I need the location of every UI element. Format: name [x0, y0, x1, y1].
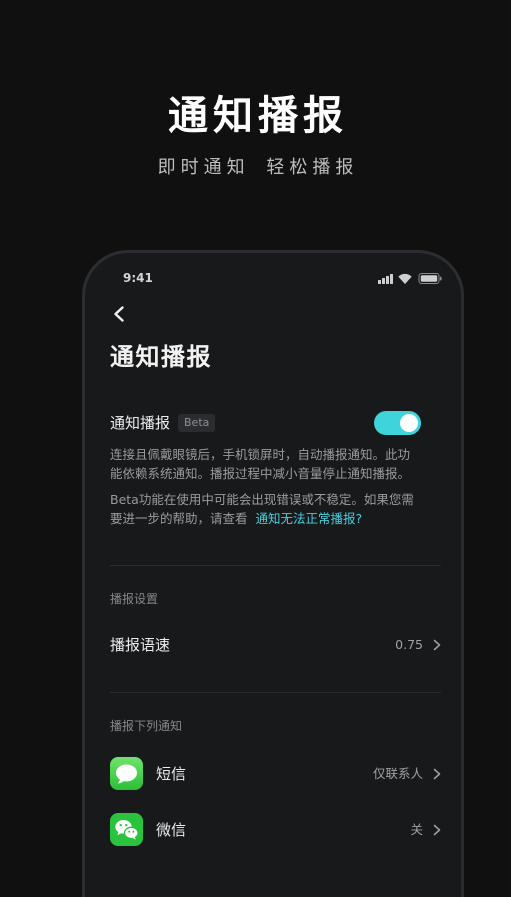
- section-header-notifications: 播报下列通知: [110, 719, 183, 733]
- feature-description: 连接且佩戴眼镜后，手机锁屏时，自动播报通知。此功能依赖系统通知。播报过程中减小音…: [110, 447, 411, 481]
- beta-badge: Beta: [178, 414, 216, 432]
- back-button[interactable]: [112, 305, 126, 323]
- feature-label: 通知播报: [110, 414, 171, 432]
- speech-rate-label: 播报语速: [110, 636, 171, 654]
- wechat-label: 微信: [156, 820, 187, 839]
- sms-row[interactable]: 短信 仅联系人: [110, 757, 441, 790]
- beta-note: Beta功能在使用中可能会出现错误或不稳定。如果您需要进一步的帮助，请查看 通知无…: [110, 491, 420, 528]
- row-left: 微信: [110, 813, 186, 846]
- speech-rate-value: 0.75: [395, 637, 423, 652]
- page-title: 通知播报: [110, 343, 212, 371]
- feature-row: 通知播报 Beta: [110, 411, 216, 435]
- divider: [110, 565, 441, 566]
- row-right: 关: [410, 821, 441, 839]
- cellular-signal-icon: [378, 274, 393, 284]
- status-icons: [378, 273, 442, 284]
- messages-app-icon: [110, 757, 143, 790]
- section-header-settings: 播报设置: [110, 592, 159, 606]
- row-left: 短信: [110, 757, 186, 790]
- help-link[interactable]: 通知无法正常播报?: [256, 511, 363, 526]
- row-right: 0.75: [395, 636, 441, 654]
- broadcast-toggle[interactable]: [374, 411, 421, 435]
- battery-icon: [418, 273, 442, 284]
- sms-label: 短信: [156, 764, 187, 783]
- status-time: 9:41: [123, 271, 153, 285]
- chevron-left-icon: [114, 306, 124, 322]
- toggle-knob: [400, 414, 418, 432]
- wechat-value: 关: [410, 821, 423, 837]
- chevron-right-icon: [433, 639, 441, 651]
- sms-value: 仅联系人: [372, 765, 423, 781]
- row-right: 仅联系人: [373, 765, 441, 783]
- hero-subtitle: 即时通知 轻松播报: [157, 157, 359, 178]
- wechat-row[interactable]: 微信 关: [110, 813, 441, 846]
- wechat-app-icon: [110, 813, 143, 846]
- speech-rate-row[interactable]: 播报语速 0.75: [110, 635, 441, 655]
- divider: [110, 692, 441, 693]
- row-left: 播报语速: [110, 635, 170, 655]
- chevron-right-icon: [433, 768, 441, 779]
- phone-mockup: 9:41 通知播报 通知播报 Beta 连接且佩戴眼镜后，手机锁屏时，自动播报通…: [82, 250, 464, 897]
- wifi-icon: [398, 273, 412, 284]
- hero-title: 通知播报: [168, 93, 348, 139]
- chevron-right-icon: [433, 824, 441, 835]
